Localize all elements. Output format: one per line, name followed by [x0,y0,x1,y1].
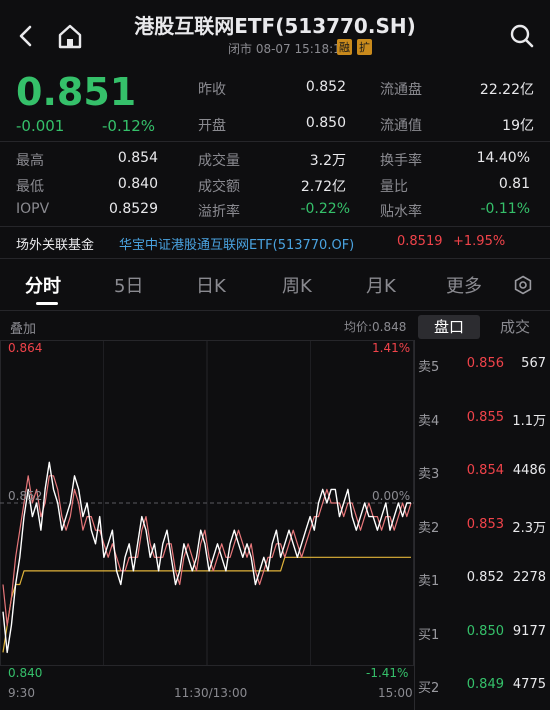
amount-label: 成交额 [198,179,240,195]
orderbook-price: 0.849 [466,677,504,692]
tab-daily-k[interactable]: 日K [196,272,226,298]
orderbook-level-label: 买2 [418,681,440,696]
orderbook-volume: 2.3万 [512,520,546,536]
orderbook-price: 0.855 [466,409,504,425]
open-label: 开盘 [198,118,226,134]
orderbook-price: 0.850 [466,623,504,639]
orderbook-price: 0.853 [466,516,504,532]
search-button[interactable] [508,22,536,50]
price-change: -0.001 [16,117,65,135]
orderbook-level-label: 卖5 [418,360,440,375]
low-value: 0.840 [117,176,158,192]
expand-badge: 扩 [357,39,372,55]
turnover-label: 换手率 [380,153,422,169]
avg-price-label: 均价:0.848 [344,320,407,334]
volume-ratio-label: 量比 [380,179,408,195]
page-title: 港股互联网ETF(513770.SH) [134,14,416,38]
y-label-mid-price: 0.852 [8,489,43,503]
float-shares-label: 流通盘 [380,82,422,98]
orderbook-volume: 4486 [512,463,546,478]
premium-value: -0.22% [300,201,350,217]
turnover-value: 14.40% [476,150,530,166]
orderbook-level-label: 卖1 [418,574,440,589]
home-icon [58,24,82,49]
related-fund-link[interactable]: 华宝中证港股通互联网ETF(513770.OF) [119,234,354,253]
y-label-bottom-price: 0.840 [8,666,43,680]
related-fund-nav: 0.8519 [397,234,443,249]
related-fund-label: 场外关联基金 [16,238,95,253]
y-label-mid-pct: 0.00% [372,489,411,503]
volume-ratio-value: 0.81 [498,176,530,192]
overlay-button[interactable]: 叠加 [10,318,36,337]
margin-badge: 融 [337,39,352,55]
orderbook-level-label: 卖4 [418,413,440,429]
iopv-value: 0.8529 [109,201,158,217]
volume-label: 成交量 [198,153,240,169]
price-change-pct: -0.12% [102,117,156,135]
discount-value: -0.11% [480,201,530,217]
home-button[interactable] [56,22,84,50]
iopv-label: IOPV [16,201,50,217]
settings-icon [514,275,532,295]
float-shares-value: 22.22亿 [479,82,534,98]
premium-label: 溢折率 [198,204,240,220]
tab-weekly-k[interactable]: 周K [282,272,312,298]
orderbook-level-label: 买1 [418,627,440,643]
high-label: 最高 [16,153,44,169]
volume-value: 3.2万 [309,153,346,169]
y-label-bottom-pct: -1.41% [366,666,409,680]
y-label-top-price: 0.864 [8,341,43,355]
amount-value: 2.72亿 [300,179,346,195]
open-value: 0.850 [305,115,346,131]
tab-5day[interactable]: 5日 [114,272,143,298]
high-value: 0.854 [117,150,158,166]
float-value-value: 19亿 [502,118,534,134]
low-label: 最低 [16,179,44,195]
orderbook-volume: 2278 [512,570,546,585]
search-icon [510,24,534,48]
y-label-top-pct: 1.41% [372,341,411,355]
tab-monthly-k[interactable]: 月K [366,272,396,298]
float-value-label: 流通值 [380,118,422,134]
orderbook-price: 0.856 [466,356,504,371]
orderbook-price: 0.854 [466,463,504,478]
tab-intraday[interactable]: 分时 [25,272,61,298]
current-price: 0.851 [16,70,137,114]
tab-more[interactable]: 更多 [446,272,482,298]
orderbook-volume: 4775 [512,677,546,692]
orderbook-level-label: 卖2 [418,520,440,536]
discount-label: 贴水率 [380,204,422,220]
chart-settings-button[interactable] [513,275,533,295]
back-button[interactable] [14,22,38,50]
market-status: 闭市 08-07 15:18:15 [228,42,349,56]
intraday-chart [0,340,414,666]
related-fund-change: +1.95% [453,234,506,249]
x-label-mid: 11:30/13:00 [174,686,248,700]
orderbook-volume: 9177 [512,623,546,639]
tab-orderbook[interactable]: 盘口 [418,315,480,339]
orderbook-volume: 567 [521,356,546,371]
x-label-end: 15:00 [378,686,413,700]
prev-close-value: 0.852 [305,79,346,95]
orderbook-level-label: 卖3 [418,467,440,482]
tab-trades[interactable]: 成交 [486,315,544,339]
orderbook-volume: 1.1万 [512,413,546,429]
chevron-left-icon [19,25,32,47]
prev-close-label: 昨收 [198,82,226,98]
orderbook-price: 0.852 [466,570,504,585]
active-tab-indicator [36,302,58,305]
x-label-start: 9:30 [8,686,35,700]
